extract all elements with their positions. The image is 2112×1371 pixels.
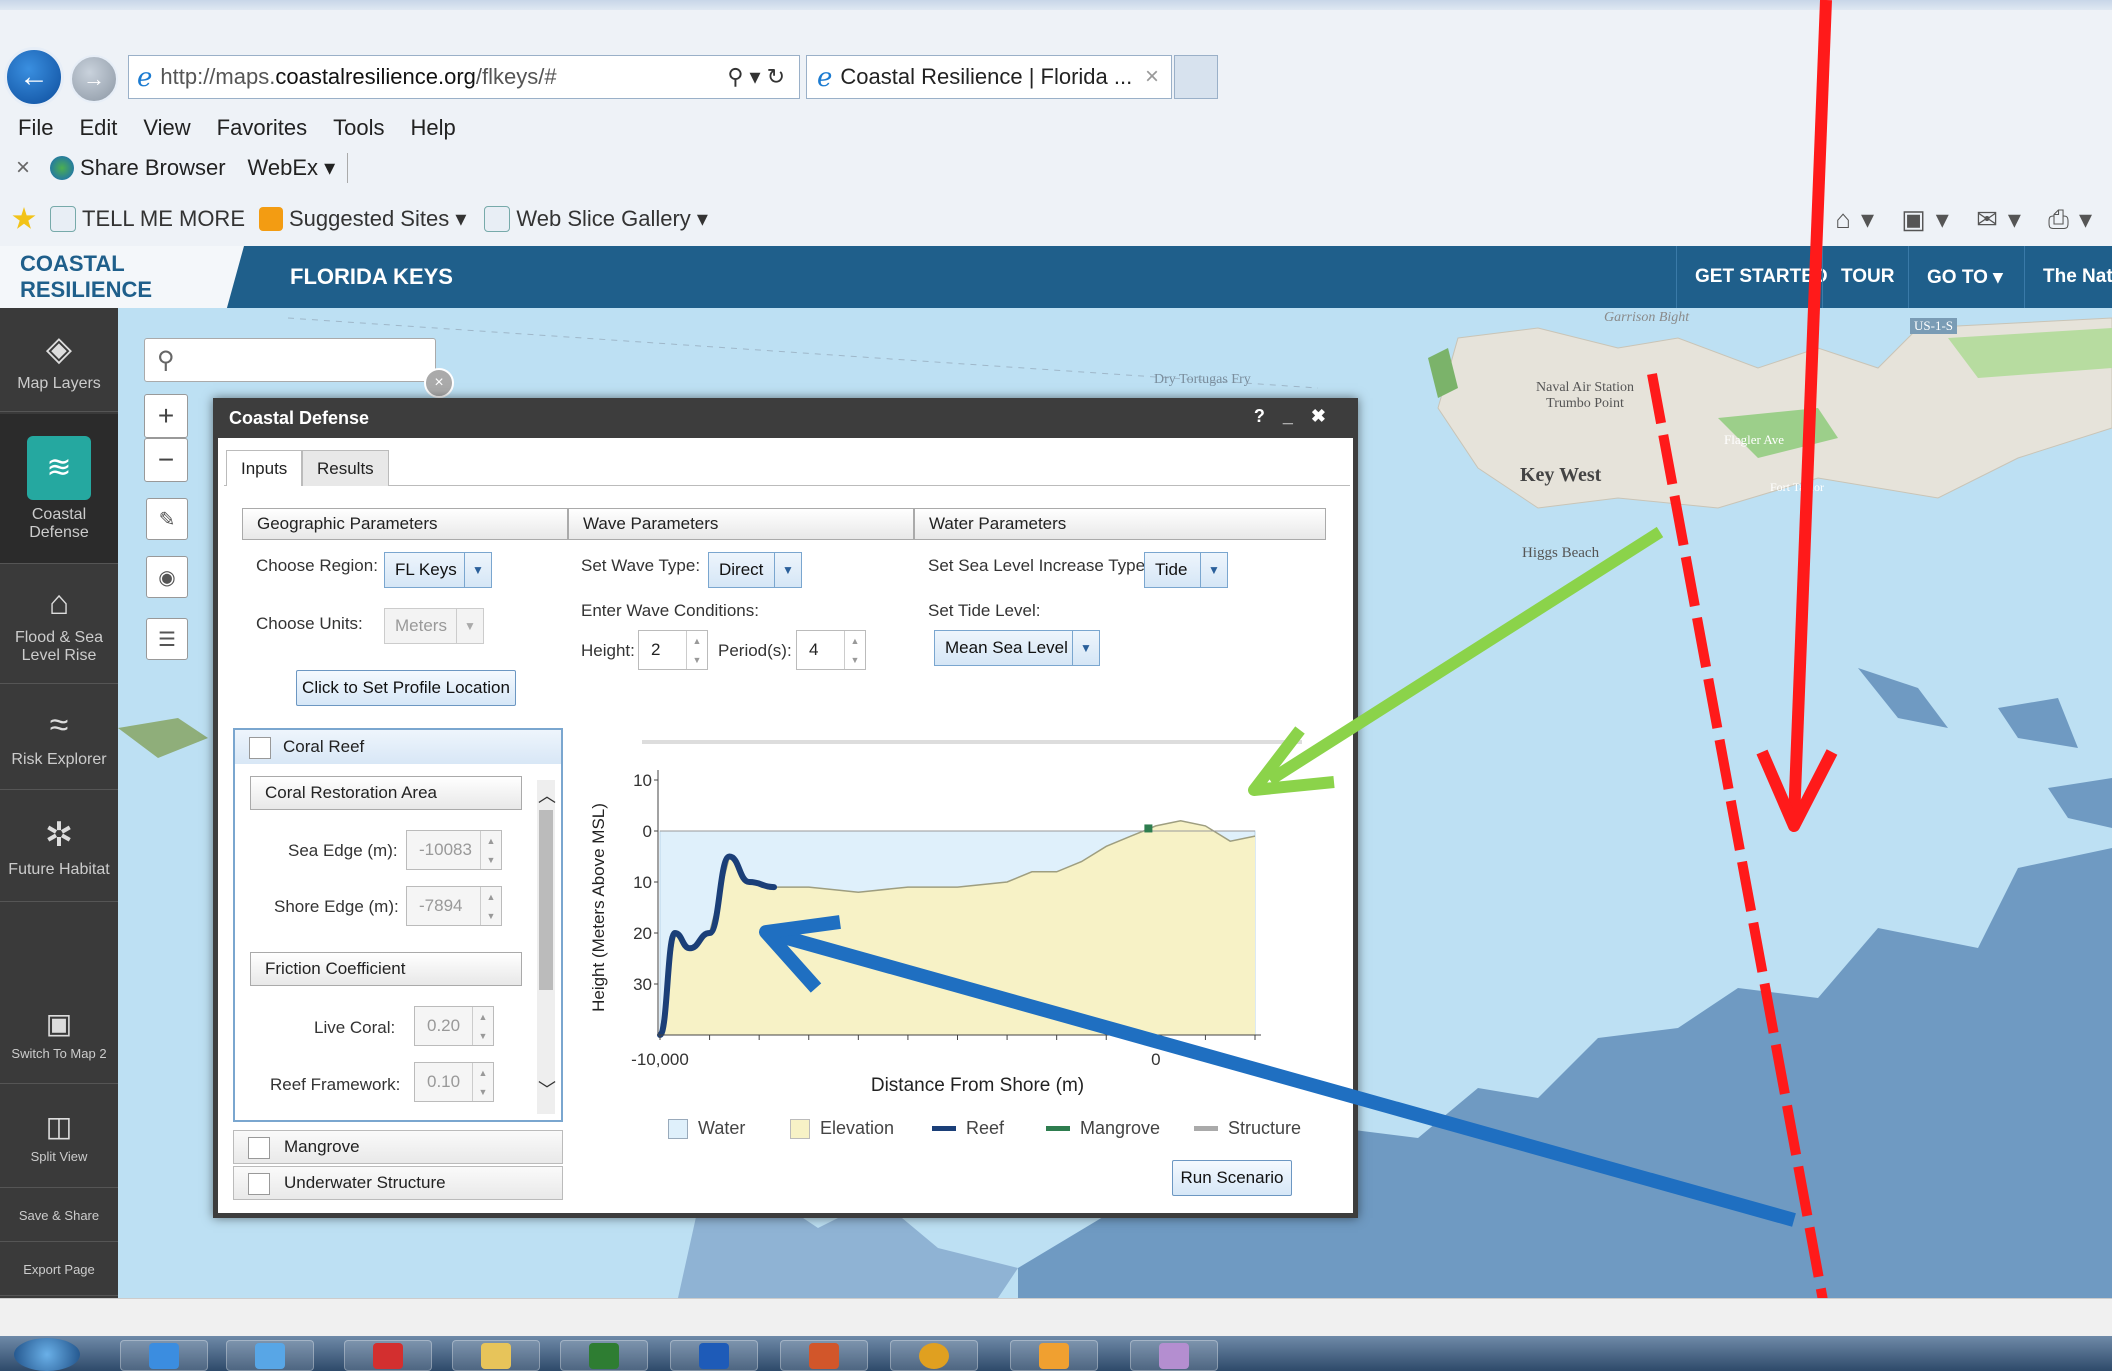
taskbar-app-explorer[interactable] — [452, 1340, 540, 1371]
word-icon — [699, 1343, 729, 1369]
powerpoint-icon — [809, 1343, 839, 1369]
acrobat-icon — [373, 1343, 403, 1369]
excel-icon — [589, 1343, 619, 1369]
taskbar-app-word[interactable] — [670, 1340, 758, 1371]
green-arrow-line — [1266, 526, 1664, 786]
taskbar-app-acrobat[interactable] — [344, 1340, 432, 1371]
blue-arrow-line — [778, 929, 1796, 1227]
start-button[interactable] — [14, 1338, 80, 1371]
ie-icon — [255, 1343, 285, 1369]
chrome-icon — [919, 1343, 949, 1369]
taskbar-app-browser-2[interactable] — [120, 1340, 208, 1371]
taskbar-app-chrome[interactable] — [890, 1340, 978, 1371]
red-arrow-line — [1788, 0, 1832, 821]
outlook-icon — [1039, 1343, 1069, 1369]
taskbar-app-excel[interactable] — [560, 1340, 648, 1371]
taskbar-app-other[interactable] — [1130, 1340, 1218, 1371]
status-bar — [0, 1298, 2112, 1336]
app-icon — [1159, 1343, 1189, 1369]
taskbar-app-powerpoint[interactable] — [780, 1340, 868, 1371]
globe-icon — [149, 1343, 179, 1369]
annotation-overlay — [759, 0, 1841, 1371]
taskbar-app-ie[interactable] — [226, 1340, 314, 1371]
folder-icon — [481, 1343, 511, 1369]
taskbar-app-outlook[interactable] — [1010, 1340, 1098, 1371]
